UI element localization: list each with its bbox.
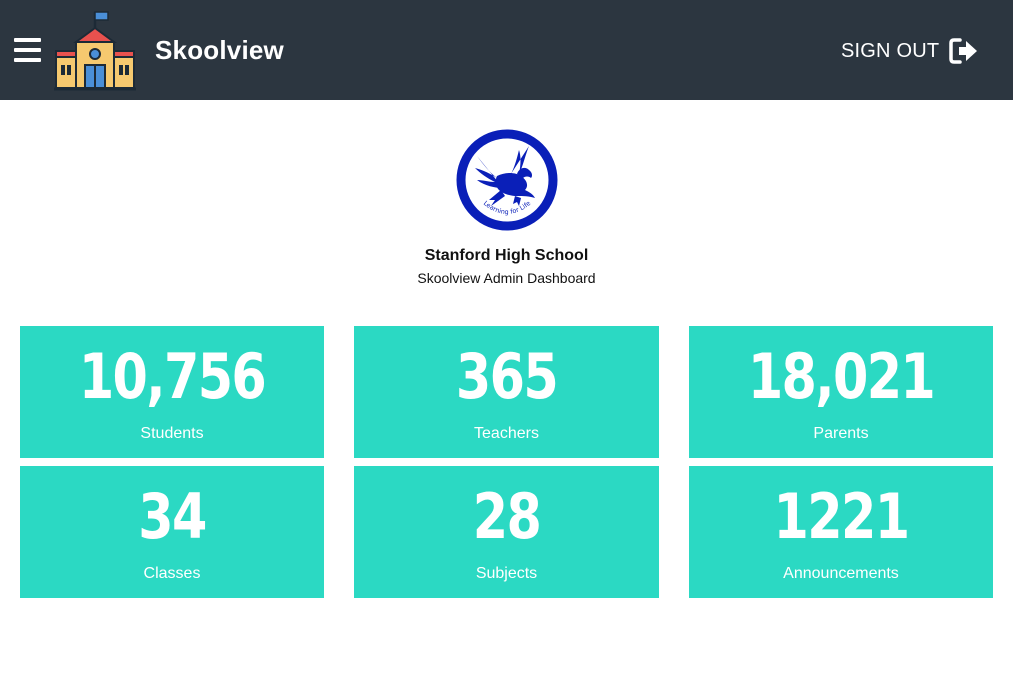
stat-label: Subjects bbox=[475, 565, 538, 582]
stat-tile-classes[interactable]: 34 Classes bbox=[20, 466, 324, 598]
sign-out-label: SIGN OUT bbox=[841, 40, 940, 62]
stat-tile-teachers[interactable]: 365 Teachers bbox=[354, 326, 659, 458]
stat-tile-students[interactable]: 10,756 Students bbox=[20, 326, 324, 458]
sign-out-button[interactable]: SIGN OUT bbox=[841, 36, 979, 66]
stat-value: 1221 bbox=[773, 480, 911, 553]
stat-value: 365 bbox=[455, 340, 559, 413]
stat-value: 28 bbox=[472, 480, 542, 553]
stat-label: Parents bbox=[813, 425, 869, 442]
stat-value: 10,756 bbox=[78, 340, 267, 413]
stat-label: Announcements bbox=[783, 565, 899, 582]
app-title: Skoolview bbox=[155, 35, 284, 65]
school-name: Stanford High School bbox=[424, 247, 589, 264]
sign-out-arrow-icon bbox=[949, 38, 978, 64]
stat-label: Teachers bbox=[474, 425, 539, 442]
stat-value: 34 bbox=[138, 480, 207, 553]
top-navigation-bar: Skoolview SIGN OUT bbox=[0, 0, 1013, 100]
dashboard-subtitle: Skoolview Admin Dashboard bbox=[417, 270, 596, 286]
stat-label: Students bbox=[140, 425, 204, 442]
hamburger-menu-icon[interactable] bbox=[14, 38, 42, 62]
school-profile: Learning for Life Stanford High School S… bbox=[0, 128, 1013, 287]
stat-label: Classes bbox=[143, 565, 201, 582]
stat-tile-parents[interactable]: 18,021 Parents bbox=[689, 326, 993, 458]
stat-tile-subjects[interactable]: 28 Subjects bbox=[354, 466, 659, 598]
stats-grid: 10,756 Students 365 Teachers 18,021 Pare… bbox=[20, 326, 993, 598]
stat-tile-announcements[interactable]: 1221 Announcements bbox=[689, 466, 993, 598]
school-eagle-seal: Learning for Life bbox=[456, 129, 557, 231]
school-building-logo bbox=[54, 11, 136, 91]
stat-value: 18,021 bbox=[747, 340, 936, 413]
